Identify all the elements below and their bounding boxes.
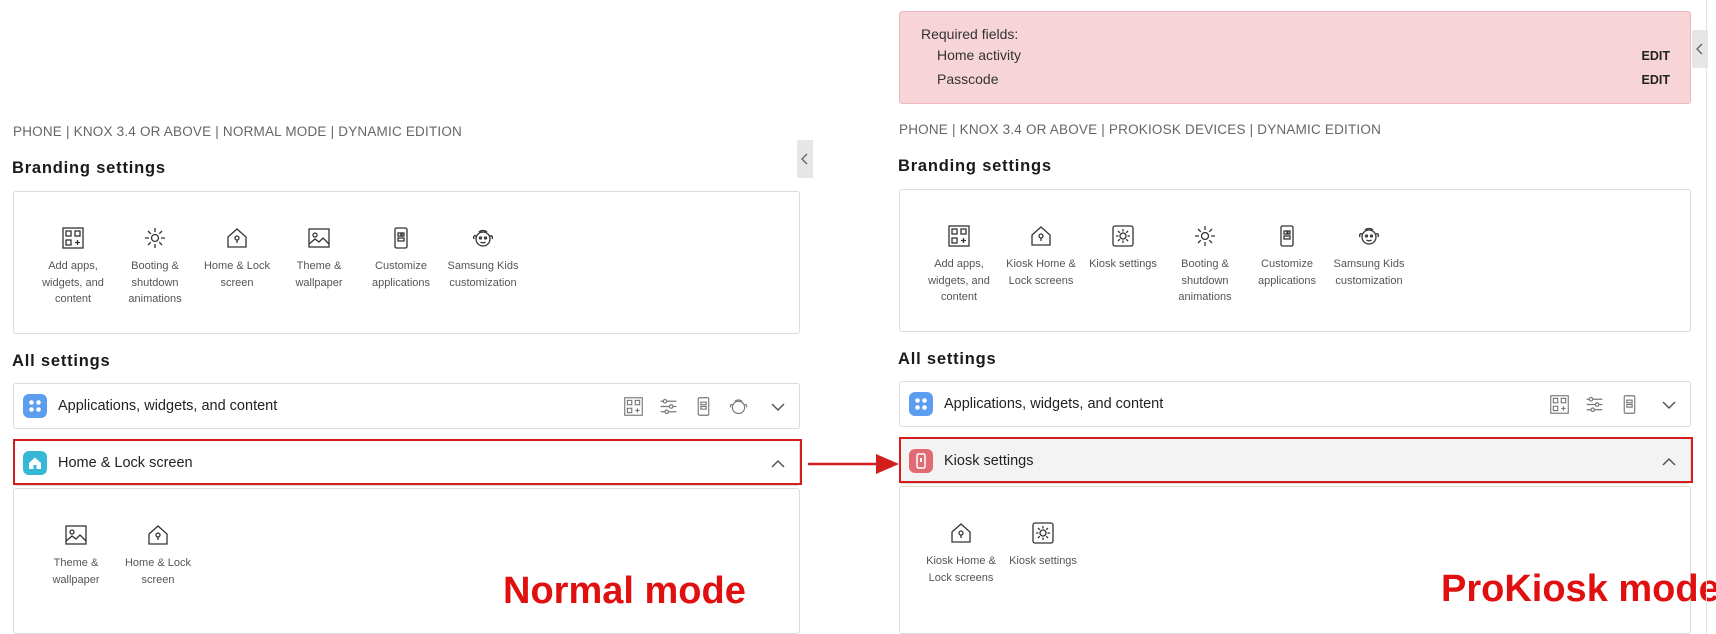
tile-label: Kiosk settings bbox=[1089, 258, 1157, 270]
tile-samsung-kids[interactable]: Samsung Kids customization bbox=[444, 226, 522, 291]
kiosk-home-icon bbox=[949, 521, 973, 545]
branding-settings-title: Branding settings bbox=[898, 157, 1052, 175]
tile-label: Add apps, widgets, and content bbox=[928, 258, 990, 303]
kiosk-settings-icon bbox=[1111, 224, 1135, 248]
wallpaper-icon bbox=[64, 523, 88, 547]
customize-apps-icon[interactable] bbox=[1619, 394, 1640, 415]
normal-mode-panel: PHONE | KNOX 3.4 OR ABOVE | NORMAL MODE … bbox=[0, 0, 820, 634]
tile-label: Theme & wallpaper bbox=[52, 557, 100, 586]
edit-home-activity-link[interactable]: EDIT bbox=[1642, 49, 1670, 63]
tile-add-apps[interactable]: Add apps, widgets, and content bbox=[920, 224, 998, 306]
sliders-icon[interactable] bbox=[658, 396, 679, 417]
tile-label: Booting & shutdown animations bbox=[128, 260, 182, 305]
chevron-up-icon[interactable] bbox=[1660, 453, 1678, 471]
tile-kiosk-home-lock[interactable]: Kiosk Home & Lock screens bbox=[1002, 224, 1080, 289]
row-label: Kiosk settings bbox=[944, 453, 1034, 469]
required-item-passcode: Passcode bbox=[937, 71, 999, 87]
branding-settings-card: Add apps, widgets, and content Kiosk Hom… bbox=[899, 189, 1691, 332]
home-lock-icon bbox=[225, 226, 249, 250]
tile-label: Home & Lock screen bbox=[124, 557, 192, 586]
breadcrumb: PHONE | KNOX 3.4 OR ABOVE | PROKIOSK DEV… bbox=[899, 122, 1382, 137]
branding-settings-card: Add apps, widgets, and content Booting &… bbox=[13, 191, 800, 334]
tile-kiosk-settings[interactable]: Kiosk settings bbox=[1084, 224, 1162, 273]
tile-label: Kiosk Home & Lock screens bbox=[926, 555, 996, 584]
tile-home-lock[interactable]: Home & Lock screen bbox=[198, 226, 276, 291]
tile-booting[interactable]: Booting & shutdown animations bbox=[1166, 224, 1244, 306]
tile-samsung-kids[interactable]: Samsung Kids customization bbox=[1330, 224, 1408, 289]
samsung-kids-icon bbox=[1357, 224, 1381, 248]
tile-customize-apps[interactable]: Customize applications bbox=[362, 226, 440, 291]
tile-theme-wallpaper[interactable]: Theme & wallpaper bbox=[280, 226, 358, 291]
prokiosk-mode-panel: Required fields: Home activity EDIT Pass… bbox=[886, 0, 1716, 634]
wallpaper-icon bbox=[307, 226, 331, 250]
tile-label: Customize applications bbox=[1257, 258, 1317, 287]
home-lock-icon bbox=[146, 523, 170, 547]
all-settings-title: All settings bbox=[898, 350, 997, 368]
tile-label: Kiosk Home & Lock screens bbox=[1006, 258, 1076, 287]
tile-label: Kiosk settings bbox=[1009, 555, 1077, 567]
tile-label: Add apps, widgets, and content bbox=[42, 260, 104, 305]
tile-label: Samsung Kids customization bbox=[1333, 258, 1405, 287]
booting-icon bbox=[1193, 224, 1217, 248]
row-applications-widgets-content[interactable]: Applications, widgets, and content bbox=[899, 381, 1691, 427]
kiosk-settings-icon bbox=[1031, 521, 1055, 545]
branding-settings-title: Branding settings bbox=[12, 159, 166, 177]
add-apps-icon[interactable] bbox=[1549, 394, 1570, 415]
apps-icon bbox=[909, 392, 933, 416]
row-shortcut-icons bbox=[1549, 394, 1640, 415]
required-fields-alert: Required fields: Home activity EDIT Pass… bbox=[899, 11, 1691, 104]
chevron-up-icon[interactable] bbox=[769, 455, 787, 473]
booting-icon bbox=[143, 226, 167, 250]
row-applications-widgets-content[interactable]: Applications, widgets, and content bbox=[13, 383, 800, 429]
collapse-panel-tab[interactable] bbox=[797, 140, 813, 178]
tile-customize-apps[interactable]: Customize applications bbox=[1248, 224, 1326, 289]
home-icon bbox=[23, 451, 47, 475]
chevron-left-icon bbox=[797, 153, 813, 182]
apps-icon bbox=[23, 394, 47, 418]
normal-mode-caption: Normal mode bbox=[503, 570, 746, 612]
tile-kiosk-home-lock[interactable]: Kiosk Home & Lock screens bbox=[922, 521, 1000, 586]
edit-passcode-link[interactable]: EDIT bbox=[1642, 73, 1670, 87]
tile-label: Theme & wallpaper bbox=[295, 260, 343, 289]
chevron-down-icon[interactable] bbox=[1660, 396, 1678, 414]
tile-label: Booting & shutdown animations bbox=[1178, 258, 1232, 303]
add-apps-icon bbox=[61, 226, 85, 250]
kiosk-home-icon bbox=[1029, 224, 1053, 248]
divider bbox=[1706, 0, 1707, 634]
customize-apps-icon bbox=[389, 226, 413, 250]
samsung-kids-icon bbox=[471, 226, 495, 250]
tile-add-apps[interactable]: Add apps, widgets, and content bbox=[34, 226, 112, 308]
row-kiosk-settings[interactable]: Kiosk settings bbox=[899, 438, 1691, 484]
samsung-kids-icon[interactable] bbox=[728, 396, 749, 417]
prokiosk-mode-caption: ProKiosk mode bbox=[1441, 568, 1716, 610]
row-shortcut-icons bbox=[623, 396, 749, 417]
tile-kiosk-settings[interactable]: Kiosk settings bbox=[1004, 521, 1082, 570]
row-home-lock-screen[interactable]: Home & Lock screen bbox=[13, 440, 800, 486]
tile-theme-wallpaper[interactable]: Theme & wallpaper bbox=[37, 523, 115, 588]
breadcrumb: PHONE | KNOX 3.4 OR ABOVE | NORMAL MODE … bbox=[13, 124, 462, 139]
kiosk-icon bbox=[909, 449, 933, 473]
customize-apps-icon[interactable] bbox=[693, 396, 714, 417]
tile-label: Customize applications bbox=[371, 260, 431, 289]
required-item-home-activity: Home activity bbox=[937, 47, 1022, 63]
row-label: Applications, widgets, and content bbox=[944, 396, 1164, 412]
tile-label: Home & Lock screen bbox=[203, 260, 271, 289]
all-settings-title: All settings bbox=[12, 352, 111, 370]
tile-label: Samsung Kids customization bbox=[447, 260, 519, 289]
expanded-kiosk-settings-card: Kiosk Home & Lock screens Kiosk settings bbox=[899, 486, 1691, 634]
required-fields-title: Required fields: bbox=[921, 26, 1019, 42]
chevron-down-icon[interactable] bbox=[769, 398, 787, 416]
tile-home-lock[interactable]: Home & Lock screen bbox=[119, 523, 197, 588]
customize-apps-icon bbox=[1275, 224, 1299, 248]
tile-booting[interactable]: Booting & shutdown animations bbox=[116, 226, 194, 308]
row-label: Applications, widgets, and content bbox=[58, 398, 278, 414]
add-apps-icon[interactable] bbox=[623, 396, 644, 417]
row-label: Home & Lock screen bbox=[58, 455, 193, 471]
add-apps-icon bbox=[947, 224, 971, 248]
sliders-icon[interactable] bbox=[1584, 394, 1605, 415]
